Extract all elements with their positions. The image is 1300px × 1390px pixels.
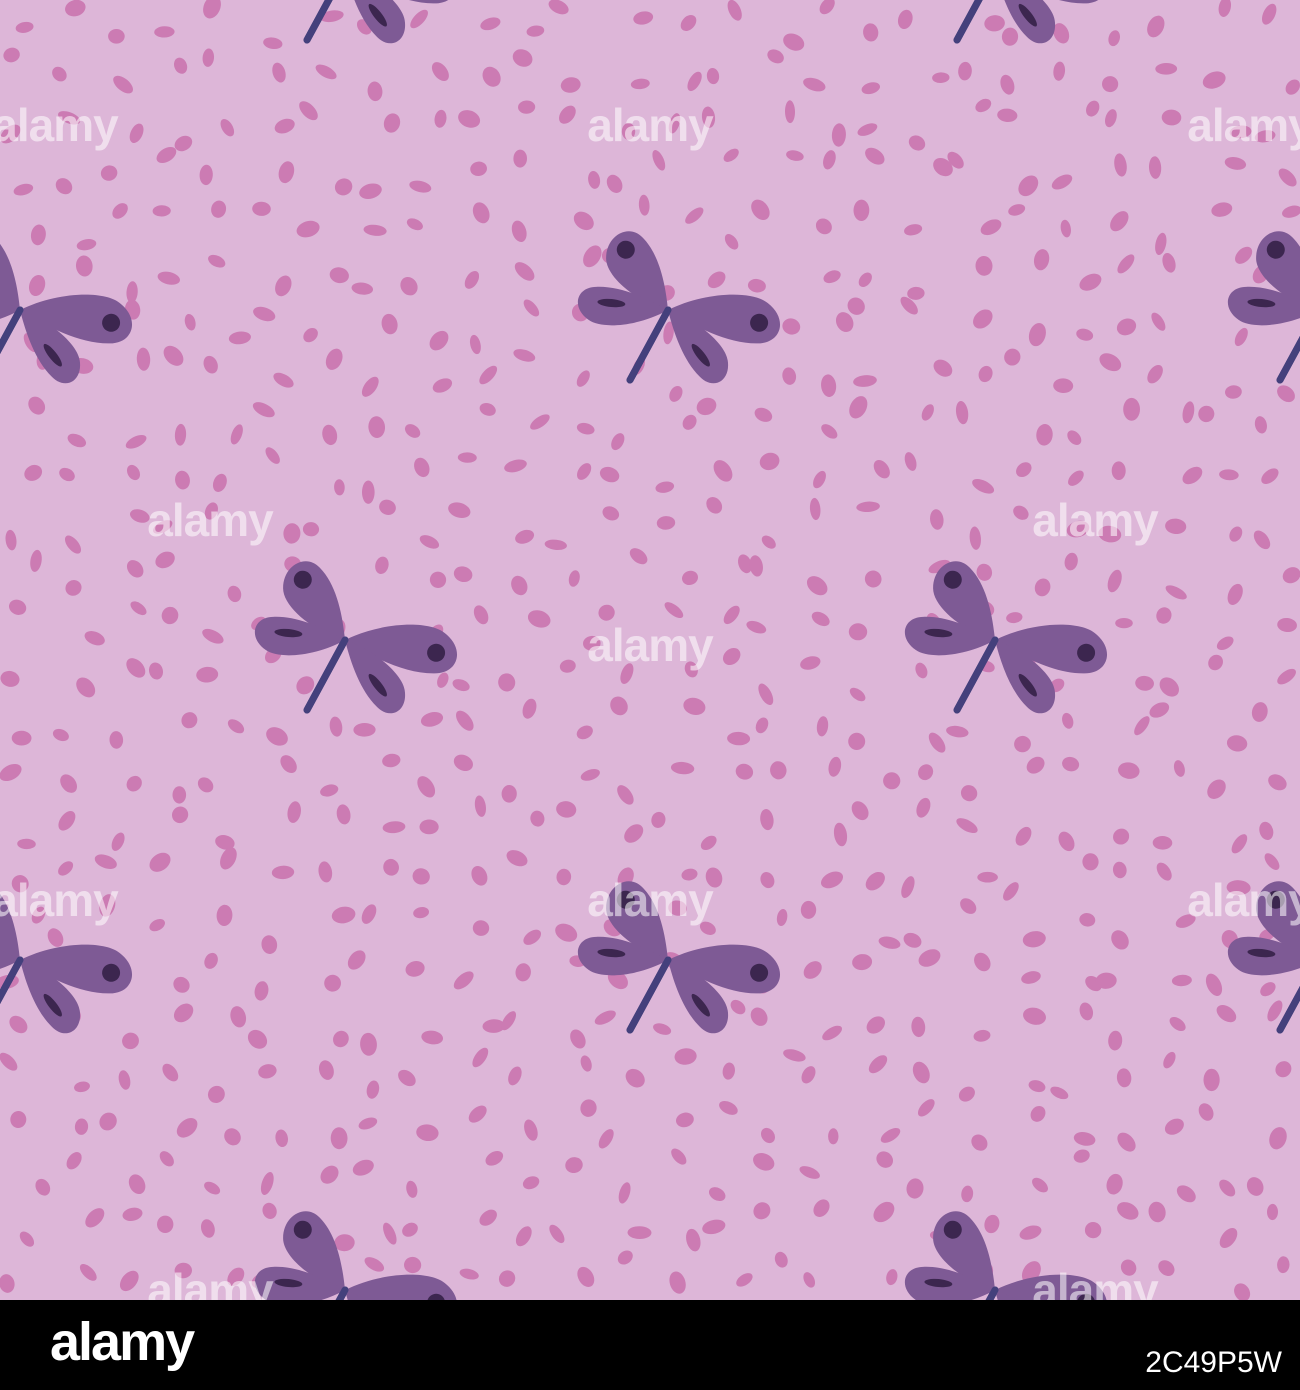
alamy-watermark: alamy <box>1187 874 1300 926</box>
petal-dot-icon <box>157 1215 174 1234</box>
alamy-watermark: alamy <box>147 494 273 546</box>
petal-dot-icon <box>172 786 187 804</box>
alamy-watermark: alamy <box>587 99 713 151</box>
petal-dot-icon <box>362 480 375 504</box>
petal-dot-icon <box>419 819 439 835</box>
petal-dot-icon <box>1203 1068 1220 1092</box>
alamy-watermark: alamy <box>587 619 713 671</box>
petal-dot-icon <box>977 871 998 883</box>
image-id: 2C49P5W <box>1145 1346 1282 1379</box>
alamy-logo: alamy <box>50 1312 197 1372</box>
alamy-watermark: alamy <box>0 99 119 151</box>
footer-bar: alamy 2C49P5W <box>0 1300 1300 1390</box>
alamy-watermark: alamy <box>0 874 119 926</box>
petal-dot-icon <box>1115 618 1133 629</box>
alamy-watermark: alamy <box>1187 99 1300 151</box>
petal-dot-icon <box>1123 397 1140 421</box>
petal-dot-icon <box>108 28 125 44</box>
alamy-watermark: alamy <box>587 874 713 926</box>
stock-image-frame: alamyalamyalamyalamyalamyalamyalamyalamy… <box>0 0 1300 1390</box>
alamy-watermark: alamy <box>1032 494 1158 546</box>
alamy-logo-text: alamy <box>50 1312 195 1372</box>
